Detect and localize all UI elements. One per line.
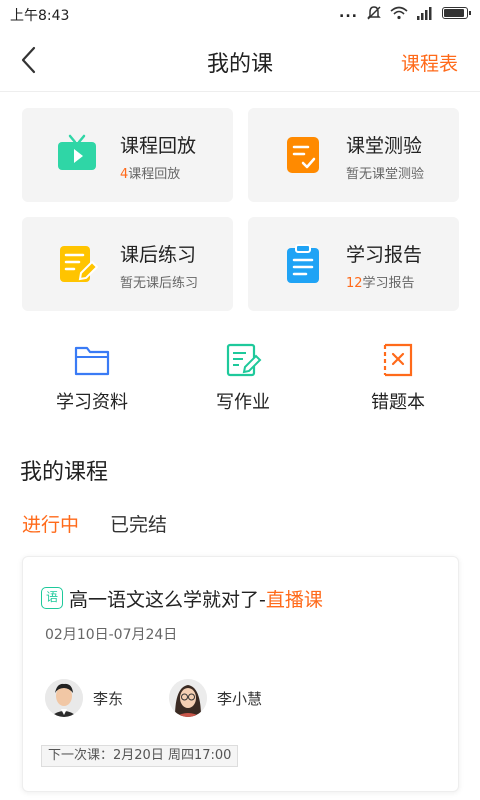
status-bar: 上午8:43 ... (0, 0, 480, 28)
card-subtitle: 4课程回放 (120, 163, 180, 182)
card-subtitle-text: 暂无课堂测验 (346, 167, 425, 182)
card-title: 课堂测验 (346, 135, 423, 157)
course-title-text: 高一语文这么学就对了- (69, 589, 266, 611)
card-subtitle: 暂无课堂测验 (346, 163, 424, 182)
card-subtitle-text: 暂无课后练习 (120, 276, 199, 291)
section-title: 我的课程 (20, 460, 109, 485)
course-type: 直播课 (265, 589, 323, 611)
status-time: 上午8:43 (10, 8, 70, 24)
card-subtitle-text: 学习报告 (362, 276, 415, 291)
homework-icon (226, 343, 262, 377)
nav-bar: 我的课 课程表 (0, 28, 480, 92)
card-count: 12 (346, 276, 363, 291)
card-title: 课程回放 (120, 135, 197, 157)
card-subtitle-text: 课程回放 (128, 167, 181, 182)
tab-completed[interactable]: 已完结 (110, 510, 167, 537)
tool-label: 学习资料 (56, 392, 128, 413)
avatar (45, 679, 83, 717)
card-report[interactable]: 学习报告 12学习报告 (248, 217, 459, 311)
avatar (169, 679, 207, 717)
card-subtitle: 暂无课后练习 (120, 272, 198, 291)
wifi-icon (390, 6, 408, 20)
status-icons: ... (339, 5, 471, 21)
clipboard-icon (287, 244, 319, 283)
card-quiz[interactable]: 课堂测验 暂无课堂测验 (248, 108, 459, 202)
tool-mistake-book[interactable]: 错题本 (338, 342, 458, 414)
more-dots-icon: ... (339, 5, 358, 21)
card-title: 课后练习 (120, 244, 197, 266)
card-playback[interactable]: 课程回放 4课程回放 (22, 108, 233, 202)
tool-homework[interactable]: 写作业 (183, 342, 303, 414)
teacher-item[interactable]: 李东 (45, 678, 123, 718)
tool-study-materials[interactable]: 学习资料 (32, 342, 152, 414)
card-subtitle: 12学习报告 (346, 272, 415, 291)
course-dates: 02月10日-07月24日 (45, 627, 178, 643)
exercise-icon (60, 246, 98, 282)
card-title: 学习报告 (346, 244, 423, 266)
mistake-book-icon (383, 343, 413, 377)
teacher-item[interactable]: 李小慧 (169, 678, 262, 718)
signal-icon (417, 7, 432, 20)
teacher-name: 李东 (93, 689, 124, 708)
next-class-label: 下一次课：2月20日 周四17:00 (41, 745, 239, 767)
tv-icon (58, 134, 96, 170)
teacher-name: 李小慧 (217, 689, 263, 708)
course-title: 高一语文这么学就对了-直播课 (69, 585, 323, 612)
schedule-link[interactable]: 课程表 (401, 49, 458, 76)
folder-icon (74, 346, 110, 376)
course-card[interactable]: 语 高一语文这么学就对了-直播课 02月10日-07月24日 李东 李小慧 下一… (22, 556, 459, 792)
quiz-icon (287, 137, 319, 173)
tab-in-progress[interactable]: 进行中 (22, 510, 79, 537)
tool-label: 错题本 (371, 392, 425, 413)
tool-label: 写作业 (216, 392, 270, 413)
mute-icon (367, 6, 381, 20)
battery-icon (442, 7, 471, 19)
card-exercise[interactable]: 课后练习 暂无课后练习 (22, 217, 233, 311)
subject-badge: 语 (41, 587, 63, 609)
